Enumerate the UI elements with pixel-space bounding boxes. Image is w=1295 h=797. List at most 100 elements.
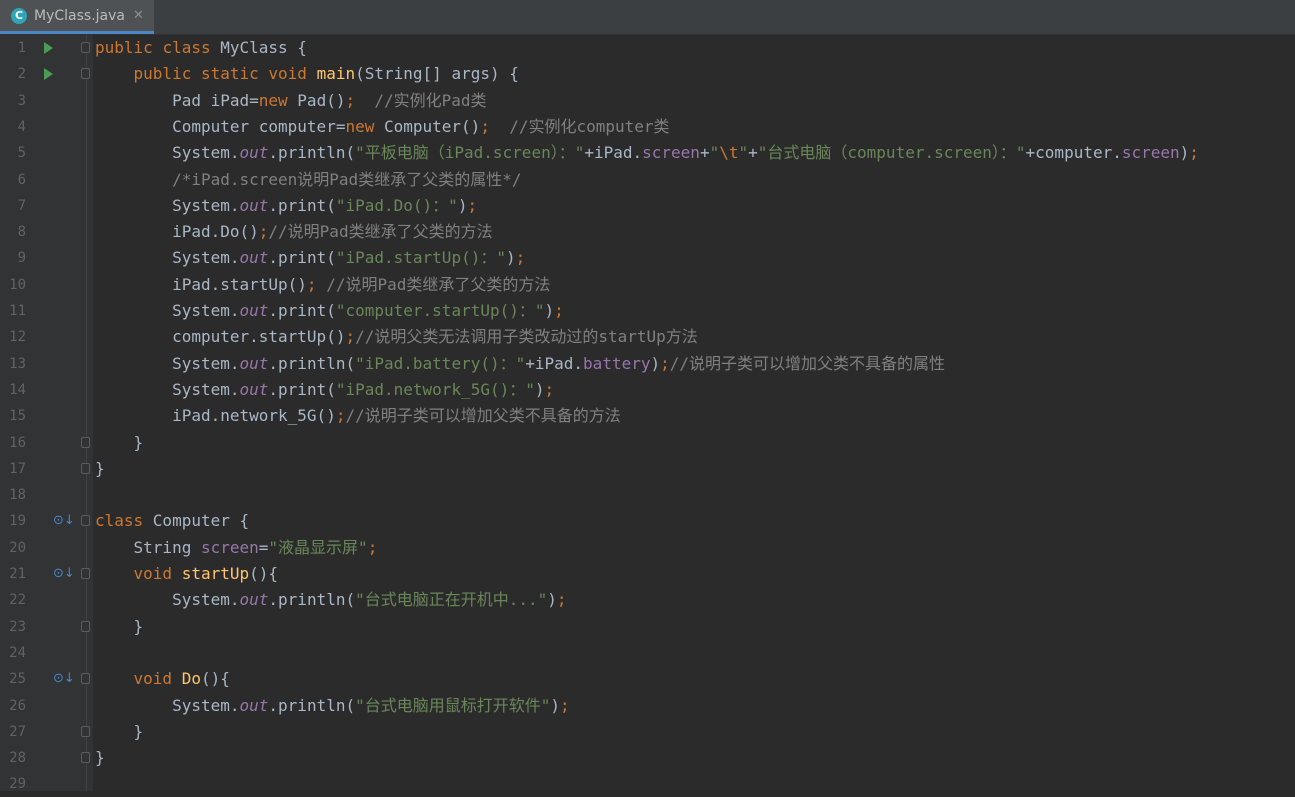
code-line[interactable]: 29 [0,771,1295,797]
code-token: ; [560,696,570,715]
fold-marker-icon[interactable] [81,673,90,684]
code-token: (String[] args) { [355,64,519,83]
line-number: 15 [9,408,26,424]
line-number: 10 [9,277,26,293]
code-line[interactable]: 19 ⊙↓ class Computer { [0,508,1295,534]
fold-marker-icon[interactable] [81,463,90,474]
code-line[interactable]: 13 System.out.println("iPad.battery()："+… [0,351,1295,377]
tab-label: MyClass.java [34,7,125,24]
fold-marker-icon[interactable] [81,515,90,526]
code-text: System.out.println("台式电脑用鼠标打开软件"); [95,693,570,719]
code-line[interactable]: 4 Computer computer=new Computer(); //实例… [0,114,1295,140]
code-token: System. [95,143,240,162]
code-line[interactable]: 11 System.out.print("computer.startUp()：… [0,298,1295,324]
fold-marker-icon[interactable] [81,42,90,53]
code-line[interactable]: 21 ⊙↓ void startUp(){ [0,561,1295,587]
code-text: } [95,745,105,771]
code-line[interactable]: 2 public static void main(String[] args)… [0,61,1295,87]
code-line[interactable]: 12 computer.startUp();//说明父类无法调用子类改动过的st… [0,324,1295,350]
code-line[interactable]: 1 public class MyClass { [0,35,1295,61]
code-line[interactable]: 18 [0,482,1295,508]
code-token: ; [544,380,555,399]
code-line[interactable]: 24 [0,640,1295,666]
code-line[interactable]: 9 System.out.print("iPad.startUp()："); [0,245,1295,271]
code-text: void Do(){ [95,666,230,692]
code-line[interactable]: 6 /*iPad.screen说明Pad类继承了父类的属性*/ [0,167,1295,193]
line-number: 11 [9,303,26,319]
overridden-method-icon[interactable]: ⊙↓ [53,567,75,581]
code-line[interactable]: 26 System.out.println("台式电脑用鼠标打开软件"); [0,693,1295,719]
code-line[interactable]: 20 String screen="液晶显示屏"; [0,535,1295,561]
fold-marker-icon[interactable] [81,752,90,763]
code-token: .print( [268,301,336,320]
code-token: "台式电脑正在开机中..." [355,590,548,609]
code-line[interactable]: 3 Pad iPad=new Pad(); //实例化Pad类 [0,88,1295,114]
code-line[interactable]: 8 iPad.Do();//说明Pad类继承了父类的方法 [0,219,1295,245]
fold-marker-icon[interactable] [81,726,90,737]
code-token: + [748,143,758,162]
tab-myclass-java[interactable]: C MyClass.java ✕ [0,0,154,34]
code-line[interactable]: 25 ⊙↓ void Do(){ [0,666,1295,692]
code-token: (){ [249,564,279,583]
code-token: System. [95,301,240,320]
line-number: 21 [9,566,26,582]
code-token: startUp [181,564,250,583]
code-token: new [258,91,298,110]
line-number: 7 [17,198,26,214]
code-text: System.out.print("iPad.network_5G()："); [95,377,554,403]
code-token: .print( [268,248,336,267]
code-token: System. [95,354,240,373]
code-line[interactable]: 14 System.out.print("iPad.network_5G()："… [0,377,1295,403]
line-number: 3 [17,93,26,109]
fold-marker-icon[interactable] [81,568,90,579]
code-text: iPad.network_5G();//说明子类可以增加父类不具备的方法 [95,403,621,429]
code-line[interactable]: 17} [0,456,1295,482]
code-token: main [316,64,356,83]
code-line[interactable]: 22 System.out.println("台式电脑正在开机中..."); [0,587,1295,613]
line-number: 25 [9,671,26,687]
code-token: Pad() [297,91,346,110]
code-token: ; [480,117,490,136]
code-line[interactable]: 10 iPad.startUp(); //说明Pad类继承了父类的方法 [0,272,1295,298]
code-line[interactable]: 5 System.out.println("平板电脑（iPad.screen）：… [0,140,1295,166]
code-text: System.out.print("iPad.Do()："); [95,193,477,219]
code-token: static [200,64,269,83]
run-icon[interactable] [44,42,53,54]
code-line[interactable]: 15 iPad.network_5G();//说明子类可以增加父类不具备的方法 [0,403,1295,429]
code-line[interactable]: 16 } [0,430,1295,456]
code-token: "computer.startUp()：" [335,301,545,320]
code-token: Do [181,669,201,688]
code-editor[interactable]: 1 public class MyClass {2 public static v… [0,35,1295,792]
code-token: Computer() [383,117,481,136]
fold-marker-icon[interactable] [81,437,90,448]
overridden-method-icon[interactable]: ⊙↓ [53,672,75,686]
close-icon[interactable]: ✕ [133,8,144,23]
fold-marker-icon[interactable] [81,621,90,632]
fold-marker-icon[interactable] [81,68,90,79]
code-text: System.out.print("iPad.startUp()："); [95,245,525,271]
code-token: (){ [200,669,230,688]
code-text: Pad iPad=new Pad(); //实例化Pad类 [95,88,487,114]
code-token: } [95,459,105,478]
code-token: } [95,748,105,767]
code-token: out [239,143,269,162]
code-token: System. [95,380,240,399]
code-text: computer.startUp();//说明父类无法调用子类改动过的start… [95,324,698,350]
code-token: //实例化computer类 [509,117,670,136]
code-line[interactable]: 7 System.out.print("iPad.Do()："); [0,193,1295,219]
code-token: //说明子类可以增加父类不具备的方法 [345,406,621,425]
code-line[interactable]: 23 } [0,614,1295,640]
code-token: "iPad.Do()：" [335,196,458,215]
code-token: ) [544,301,555,320]
overridden-method-icon[interactable]: ⊙↓ [53,514,75,528]
line-number: 16 [9,435,26,451]
code-token: //实例化Pad类 [374,91,487,110]
line-number: 23 [9,619,26,635]
code-line[interactable]: 28} [0,745,1295,771]
code-token: ; [556,590,567,609]
run-icon[interactable] [44,68,53,80]
code-line[interactable]: 27 } [0,719,1295,745]
code-token: ) [550,696,561,715]
